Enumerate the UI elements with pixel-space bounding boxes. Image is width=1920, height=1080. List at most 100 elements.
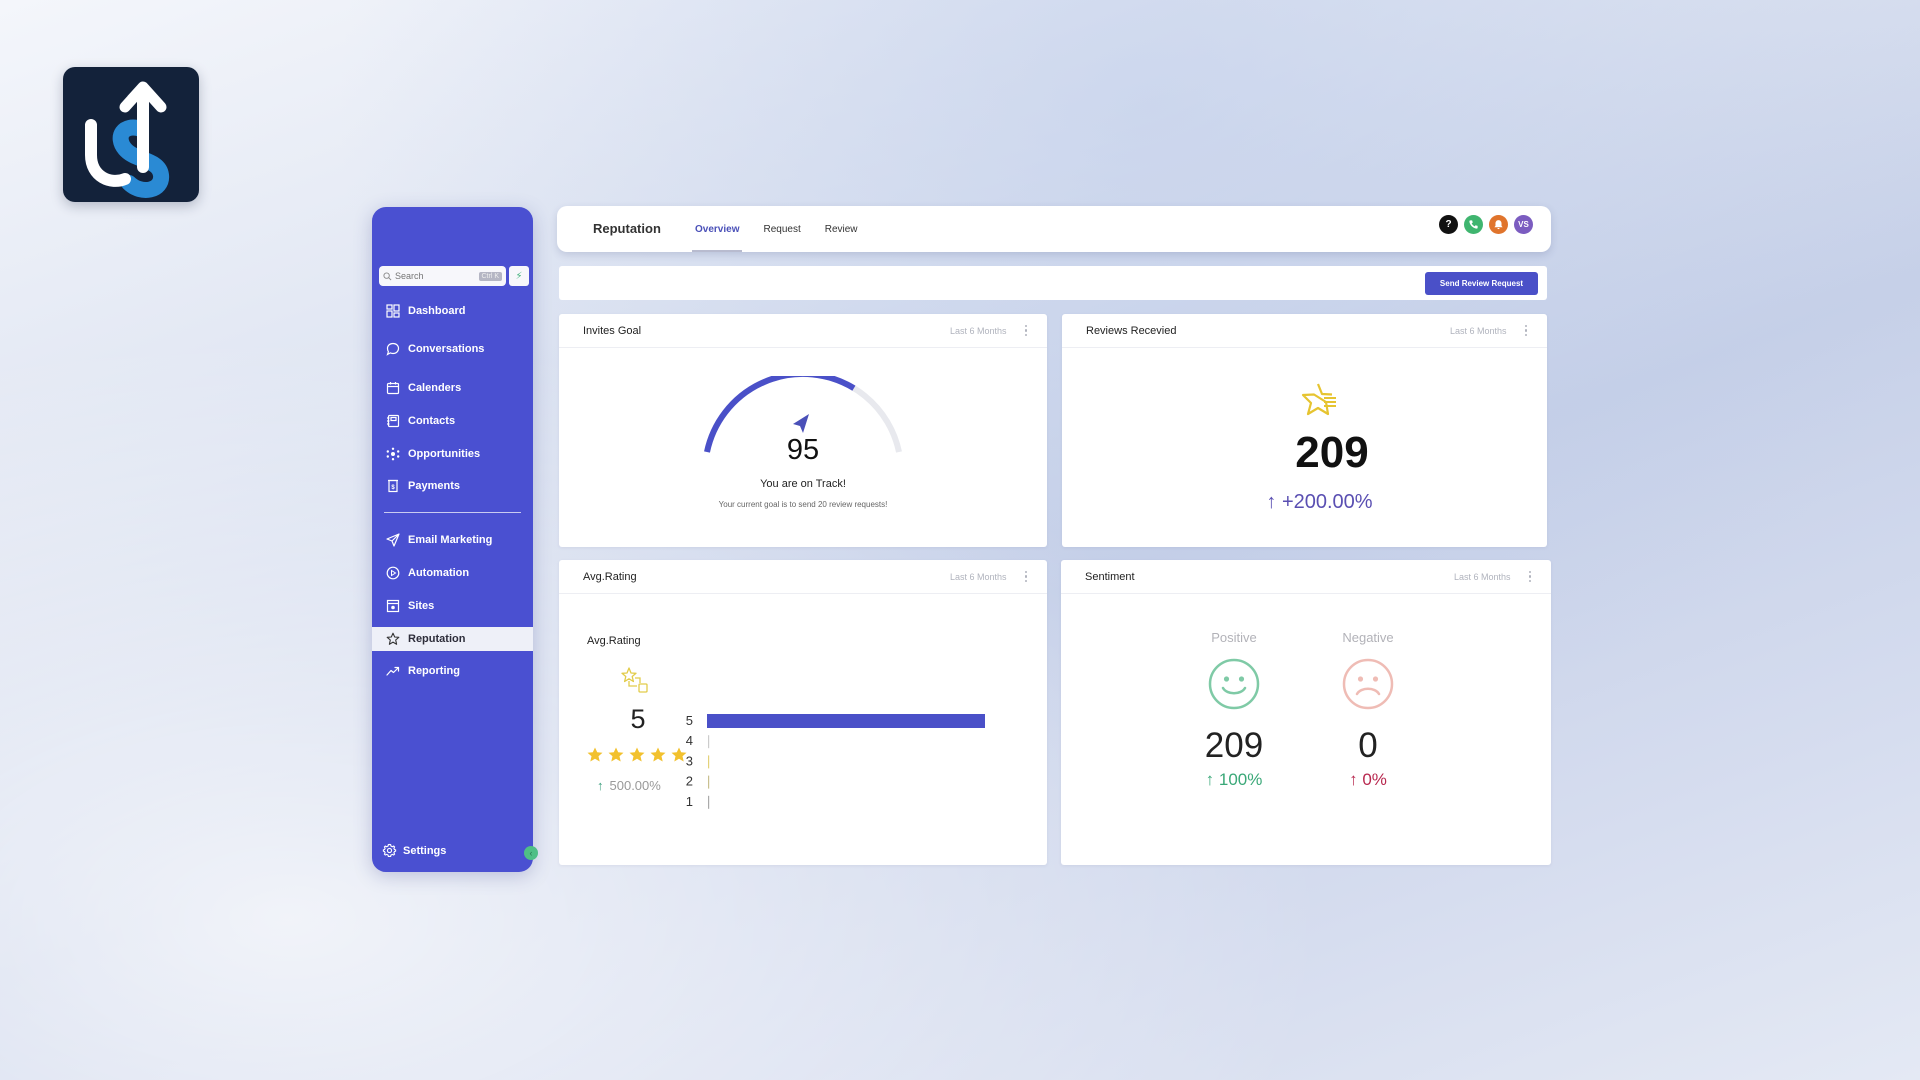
tab-request[interactable]: Request: [751, 206, 812, 252]
sidebar-item-dashboard[interactable]: Dashboard: [372, 299, 533, 323]
help-icon: ?: [1445, 219, 1452, 230]
paper-plane-icon: [386, 533, 400, 547]
sidebar-item-label: Email Marketing: [408, 534, 493, 546]
rating-distribution-chart: 5 4 3 2 1: [686, 713, 985, 809]
more-options-icon[interactable]: [1524, 324, 1527, 337]
sentiment-positive: Positive 209 ↑ 100%: [1179, 630, 1289, 790]
trend-up-icon: [386, 664, 400, 678]
invites-goal-card: Invites Goal Last 6 Months 95 You are on…: [559, 314, 1047, 547]
period-label: Last 6 Months: [1453, 571, 1511, 582]
sidebar-item-label: Reputation: [408, 633, 466, 645]
chat-bubble-icon: [386, 342, 400, 356]
sidebar-item-label: Automation: [408, 567, 470, 579]
sidebar: Ctrl K ⚡︎ Dashboard Conversations Calend…: [372, 207, 538, 872]
play-circle-icon: [386, 566, 400, 580]
sidebar-item-settings[interactable]: Settings: [382, 843, 446, 858]
send-review-request-button[interactable]: Send Review Request: [1425, 272, 1538, 295]
negative-label: Negative: [1342, 630, 1394, 645]
rating-bar: [708, 735, 710, 749]
sidebar-item-contacts[interactable]: Contacts: [372, 409, 533, 433]
sentiment-negative: Negative 0 ↑ 0%: [1313, 630, 1423, 790]
tab-overview[interactable]: Overview: [683, 206, 751, 252]
sidebar-item-automation[interactable]: Automation: [372, 561, 533, 585]
header-actions: ? VS: [1439, 215, 1533, 234]
tab-bar: Overview Request Review: [683, 206, 870, 252]
quick-action-button[interactable]: ⚡︎: [509, 266, 529, 286]
period-label: Last 6 Months: [1449, 325, 1507, 336]
rating-tick-label: 5: [686, 713, 693, 728]
sidebar-collapse-button[interactable]: ‹: [524, 846, 538, 860]
period-label: Last 6 Months: [949, 325, 1007, 336]
search-row: Ctrl K ⚡︎: [379, 266, 529, 286]
smiley-face-icon: [1208, 658, 1260, 710]
sidebar-item-label: Conversations: [408, 343, 485, 355]
sidebar-item-reporting[interactable]: Reporting: [372, 659, 533, 683]
reviews-change-value: +200.00%: [1281, 491, 1373, 513]
dashboard-grid-icon: [386, 304, 400, 318]
user-avatar[interactable]: VS: [1514, 215, 1533, 234]
sad-face-icon: [1342, 658, 1394, 710]
card-title: Reviews Recevied: [1086, 324, 1177, 337]
search-field[interactable]: Ctrl K: [379, 266, 506, 286]
negative-change: ↑ 0%: [1313, 770, 1423, 790]
svg-text:$: $: [391, 485, 395, 491]
phone-button[interactable]: [1464, 215, 1483, 234]
gear-icon: [382, 843, 397, 857]
negative-count: 0: [1358, 726, 1378, 765]
tab-review[interactable]: Review: [813, 206, 870, 252]
goal-status: You are on Track!: [760, 478, 846, 490]
page-header: Reputation Overview Request Review ? VS: [557, 206, 1551, 252]
positive-change: ↑ 100%: [1179, 770, 1289, 790]
sites-window-icon: [386, 599, 400, 613]
us-upload-logo-icon: [85, 81, 169, 198]
sidebar-item-conversations[interactable]: Conversations: [372, 337, 533, 361]
sidebar-item-calenders[interactable]: Calenders: [372, 376, 533, 400]
avg-rating-card: Avg.Rating Last 6 Months Avg.Rating 5 ↑ 5…: [559, 560, 1047, 865]
sidebar-item-sites[interactable]: Sites: [372, 594, 533, 618]
search-shortcut-badge: Ctrl K: [478, 271, 502, 281]
card-header: Invites Goal Last 6 Months: [559, 314, 1047, 348]
page-title: Reputation: [593, 221, 661, 236]
rating-bar: [708, 795, 710, 809]
rating-tick-label: 2: [686, 774, 693, 789]
sidebar-item-label: Reporting: [408, 665, 460, 677]
card-header: Reviews Recevied Last 6 Months: [1062, 314, 1547, 348]
search-icon: [383, 271, 392, 280]
sidebar-item-reputation[interactable]: Reputation: [372, 627, 533, 651]
more-options-icon[interactable]: [1024, 324, 1027, 337]
payments-icon: $: [386, 479, 400, 493]
goal-value: 95: [786, 434, 820, 466]
more-options-icon[interactable]: [1528, 570, 1531, 583]
help-button[interactable]: ?: [1439, 215, 1458, 234]
notifications-button[interactable]: [1489, 215, 1508, 234]
rating-bar: [707, 714, 985, 728]
sidebar-item-label: Opportunities: [408, 448, 481, 460]
card-title: Invites Goal: [583, 324, 642, 337]
card-header: Sentiment Last 6 Months: [1061, 560, 1551, 594]
rating-bar: [708, 755, 710, 769]
star-icon: [386, 632, 400, 646]
reviews-change: ↑ +200.00%: [1062, 491, 1547, 514]
action-bar: Send Review Request: [559, 266, 1547, 300]
sidebar-item-label: Contacts: [408, 415, 456, 427]
bell-icon: [1494, 220, 1503, 230]
sidebar-item-opportunities[interactable]: Opportunities: [372, 442, 533, 466]
sidebar-item-email-marketing[interactable]: Email Marketing: [372, 528, 533, 552]
positive-change-value: 100%: [1218, 770, 1263, 789]
calendar-icon: [386, 381, 400, 395]
sidebar-item-label: Dashboard: [408, 305, 466, 317]
reviews-count: 209: [1295, 428, 1369, 477]
goal-note: Your current goal is to send 20 review r…: [718, 500, 888, 509]
chevron-left-icon: ‹: [529, 848, 533, 858]
positive-label: Positive: [1211, 630, 1257, 645]
sidebar-item-label: Calenders: [408, 382, 462, 394]
rating-tick-label: 1: [686, 794, 693, 809]
sidebar-item-payments[interactable]: $ Payments: [372, 474, 533, 498]
brand-logo: [63, 67, 199, 202]
arrow-up-icon: ↑: [1266, 491, 1277, 513]
opportunities-icon: [386, 447, 400, 461]
contacts-book-icon: [386, 414, 400, 428]
star-review-icon: [1301, 383, 1336, 416]
search-input[interactable]: [395, 271, 475, 281]
rating-bar: [708, 775, 710, 789]
